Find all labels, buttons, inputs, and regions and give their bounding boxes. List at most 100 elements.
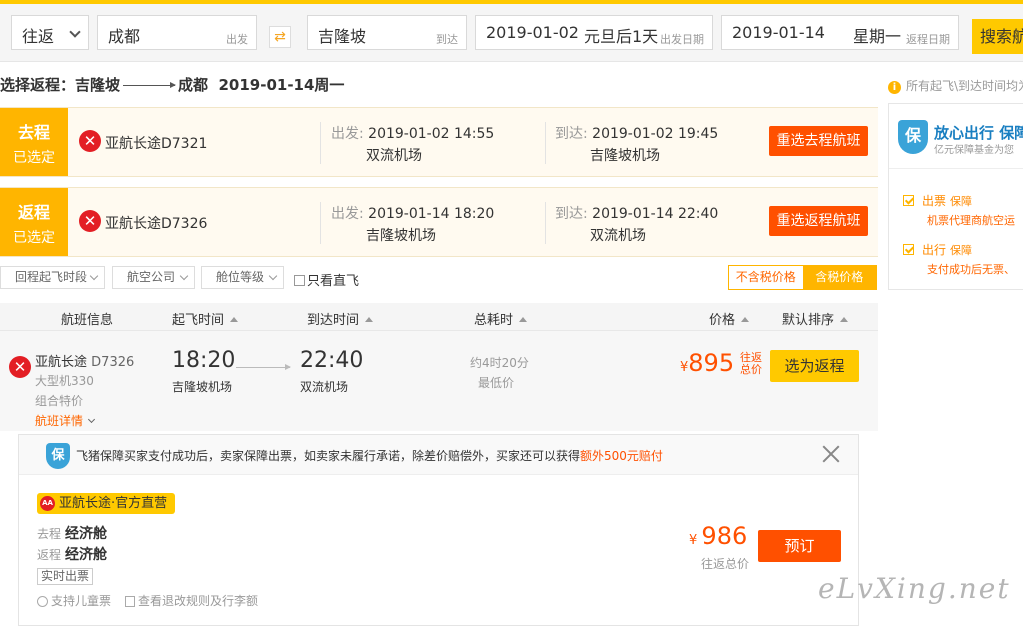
rules-link[interactable]: 查看退改规则及行李额 xyxy=(138,594,258,608)
return-date-value: 2019-01-14 xyxy=(732,23,825,42)
arrow-right-icon xyxy=(123,82,177,88)
leg-flight-number: 亚航长途D7321 xyxy=(105,136,208,152)
vendor-badge: AA 亚航长途·官方直营 xyxy=(37,493,176,514)
trip-type-value: 往返 xyxy=(22,27,55,46)
item-badge: 保障 xyxy=(950,244,973,257)
header-price[interactable]: 价格 xyxy=(709,309,750,328)
aircraft-type: 大型机330 xyxy=(35,374,94,388)
guarantee-panel: 保 放心出行 保障 亿元保障基金为您 出票 保障 机票代理商航空运 出行 保障 支付… xyxy=(888,103,1023,290)
leg-tag-top: 去程 xyxy=(17,123,50,142)
item-desc: 支付成功后无票、 xyxy=(927,263,1015,276)
child-ticket-icon xyxy=(37,596,48,607)
filter-return-time[interactable]: 回程起飞时段 xyxy=(0,266,105,289)
price-incl-tax-tab[interactable]: 含税价格 xyxy=(802,266,876,289)
sort-up-icon xyxy=(840,317,849,322)
chevron-down-icon xyxy=(89,271,99,281)
cabin-leg-label: 返程 xyxy=(37,548,62,562)
header-arr-time[interactable]: 到达时间 xyxy=(307,309,374,328)
sort-up-icon xyxy=(741,317,750,322)
header-label: 到达时间 xyxy=(307,313,360,328)
reselect-outbound-button[interactable]: 重选去程航班 xyxy=(769,126,868,156)
leg-dep-airport: 双流机场 xyxy=(366,148,422,164)
arr-airport: 双流机场 xyxy=(300,380,349,394)
selection-title: 选择返程：吉隆坡 成都 2019-01-14周一 xyxy=(0,74,344,95)
sort-up-icon xyxy=(230,317,239,322)
depart-date-input[interactable]: 2019-01-02 元旦后1天 出发日期 xyxy=(475,15,713,50)
info-icon: i xyxy=(888,81,901,94)
leg-departure: 出发: 2019-01-02 14:55 xyxy=(331,123,494,143)
book-button[interactable]: 预订 xyxy=(758,530,841,562)
dep-time: 18:20 xyxy=(172,348,236,373)
price-value: 986 xyxy=(701,522,748,550)
header-dep-time[interactable]: 起飞时间 xyxy=(172,309,239,328)
price-value: 895 xyxy=(688,349,735,377)
arr-label: 到达: xyxy=(555,206,588,222)
header-label: 默认排序 xyxy=(782,313,835,328)
leg-tag: 去程 已选定 xyxy=(0,108,68,176)
round-trip-total-tag: 往返总价 xyxy=(740,351,762,376)
dep-label: 出发: xyxy=(331,206,364,222)
filter-label: 回程起飞时段 xyxy=(15,270,88,284)
trip-type-select[interactable]: 往返 xyxy=(11,15,89,50)
leg-arr-airport: 双流机场 xyxy=(590,228,646,244)
header-label: 价格 xyxy=(709,313,736,328)
from-city-label: 出发 xyxy=(226,33,248,46)
check-icon xyxy=(903,244,914,255)
shield-icon: 保 xyxy=(46,443,70,469)
leg-tag-bottom: 已选定 xyxy=(13,150,55,166)
reselect-return-button[interactable]: 重选返程航班 xyxy=(769,206,868,236)
flight-table-header: 航班信息 起飞时间 到达时间 总耗时 价格 默认排序 xyxy=(0,303,878,331)
price-excl-tax-tab[interactable]: 不含税价格 xyxy=(729,266,803,289)
leg-arrival: 到达: 2019-01-14 22:40 xyxy=(555,203,718,223)
swap-icon[interactable]: ⇄ xyxy=(269,26,291,48)
dep-label: 出发: xyxy=(331,126,364,142)
direct-only-checkbox[interactable]: 只看直飞 xyxy=(294,270,359,289)
dep-time: 2019-01-02 14:55 xyxy=(368,126,495,142)
return-date-label: 返程日期 xyxy=(906,33,950,46)
leg-dep-airport: 吉隆坡机场 xyxy=(366,228,436,244)
flight-detail-panel: 保 飞猪保障买家支付成功后，卖家保障出票，如卖家未履行承诺，除差价赔偿外，买家还… xyxy=(18,434,859,626)
header-label: 起飞时间 xyxy=(172,313,225,328)
cabin-leg-label: 去程 xyxy=(37,527,62,541)
header-label: 总耗时 xyxy=(474,313,514,328)
item-title: 出票 xyxy=(922,194,947,208)
selected-leg-outbound: 去程 已选定 ✕ 亚航长途D7321 出发: 2019-01-02 14:55 … xyxy=(0,107,878,177)
price-tax-toggle: 不含税价格 含税价格 xyxy=(728,265,877,290)
return-date-input[interactable]: 2019-01-14 星期一 返程日期 xyxy=(721,15,959,50)
close-icon[interactable] xyxy=(820,443,842,465)
watermark: eLvXing.net xyxy=(818,572,1011,605)
checkbox-icon[interactable] xyxy=(294,275,305,286)
divider xyxy=(545,122,546,164)
filter-label: 航空公司 xyxy=(127,270,176,284)
arr-time: 2019-01-02 19:45 xyxy=(592,126,719,142)
flight-details-link[interactable]: 航班详情 xyxy=(35,412,96,429)
return-cabin: 返程 经济舱 xyxy=(37,544,107,564)
arrow-right-icon xyxy=(236,364,291,370)
leg-tag-top: 返程 xyxy=(17,203,50,222)
filter-airline[interactable]: 航空公司 xyxy=(112,266,195,289)
divider xyxy=(889,168,1023,169)
header-duration[interactable]: 总耗时 xyxy=(474,309,528,328)
to-city-label: 到达 xyxy=(436,33,458,46)
item-desc: 机票代理商航空运 xyxy=(927,214,1015,227)
from-city-input[interactable]: 成都 出发 xyxy=(97,15,257,50)
select-return-button[interactable]: 选为返程 xyxy=(770,350,859,382)
chevron-down-icon xyxy=(69,26,81,38)
time-info-text: 所有起飞\到达时间均为 xyxy=(906,79,1023,93)
leg-flight-number: 亚航长途D7326 xyxy=(105,216,208,232)
arr-time: 22:40 xyxy=(300,348,364,373)
flight-price: ¥895 xyxy=(680,349,734,377)
header-default-sort[interactable]: 默认排序 xyxy=(782,309,849,328)
time-info-note: i 所有起飞\到达时间均为 xyxy=(888,77,1023,94)
special-fare: 组合特价 xyxy=(35,394,84,408)
chevron-down-icon xyxy=(179,271,189,281)
search-button[interactable]: 搜索航 xyxy=(972,19,1023,54)
fare-offer: AA 亚航长途·官方直营 去程 经济舱 返程 经济舱 实时出票 支持儿童票 查看退改规则… xyxy=(19,476,858,625)
to-city-input[interactable]: 吉隆坡 到达 xyxy=(307,15,467,50)
offer-price-label: 往返总价 xyxy=(701,557,750,571)
item-badge: 保障 xyxy=(950,195,973,208)
filter-cabin-class[interactable]: 舱位等级 xyxy=(201,266,284,289)
offer-price: ¥ 986 xyxy=(689,522,747,550)
child-ticket-label: 支持儿童票 xyxy=(51,594,112,608)
airasia-logo-icon: AA xyxy=(40,496,55,511)
